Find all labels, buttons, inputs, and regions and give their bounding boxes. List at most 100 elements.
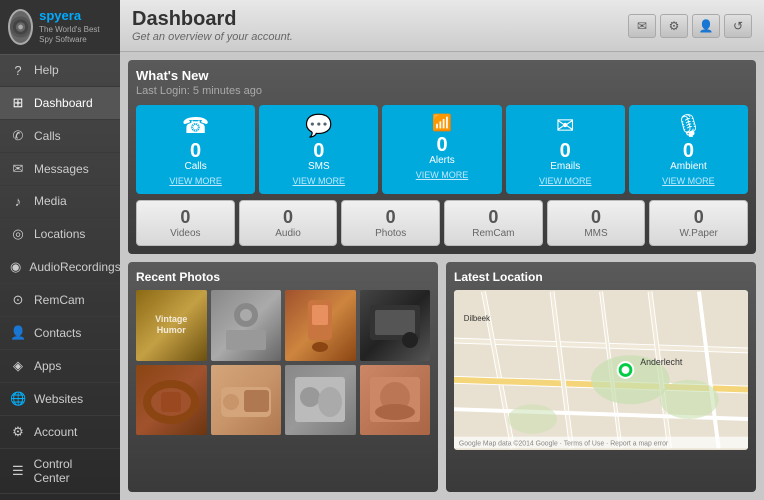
photo-svg-2 xyxy=(216,295,276,355)
sidebar-label-media: Media xyxy=(34,194,67,208)
mms-count: 0 xyxy=(591,207,601,228)
photo-thumb-1[interactable]: VintageHumor xyxy=(136,290,207,361)
last-login-label: Last Login: xyxy=(136,85,190,97)
page-subtitle: Get an overview of your account. xyxy=(132,31,293,43)
sidebar-item-alerts[interactable]: 🔔 Alerts xyxy=(0,494,120,500)
whats-new-panel: What's New Last Login: 5 minutes ago ☎ 0… xyxy=(128,60,756,254)
controlcenter-icon: ☰ xyxy=(10,463,26,479)
websites-icon: 🌐 xyxy=(10,391,26,407)
media-icon: ♪ xyxy=(10,194,26,209)
whats-new-header: What's New Last Login: 5 minutes ago xyxy=(136,68,748,97)
sidebar-item-calls[interactable]: ✆ Calls xyxy=(0,120,120,153)
emails-viewmore[interactable]: VIEW MORE xyxy=(539,176,592,186)
sidebar-item-controlcenter[interactable]: ☰ Control Center xyxy=(0,449,120,494)
sidebar-item-account[interactable]: ⚙ Account xyxy=(0,416,120,449)
ambient-label: Ambient xyxy=(670,161,707,172)
stat-emails: ✉ 0 Emails VIEW MORE xyxy=(506,105,625,194)
stat-ambient: 🎙 0 Ambient VIEW MORE xyxy=(629,105,748,194)
stat-remcam: 0 RemCam xyxy=(444,200,543,246)
photos-label: Photos xyxy=(375,228,406,239)
photos-count: 0 xyxy=(386,207,396,228)
photo-thumb-2[interactable] xyxy=(211,290,282,361)
map-container[interactable]: Anderlecht Dilbeek Google Map data ©2014… xyxy=(454,290,748,450)
sms-viewmore[interactable]: VIEW MORE xyxy=(293,176,346,186)
logo-area: spyera The World's Best Spy Software xyxy=(0,0,120,55)
sidebar-label-calls: Calls xyxy=(34,129,61,143)
sidebar-label-messages: Messages xyxy=(34,162,89,176)
stat-calls: ☎ 0 Calls VIEW MORE xyxy=(136,105,255,194)
photo-thumb-6[interactable] xyxy=(211,365,282,436)
map-svg: Anderlecht Dilbeek Google Map data ©2014… xyxy=(454,290,748,450)
sidebar-label-controlcenter: Control Center xyxy=(34,457,110,485)
photo-svg-3 xyxy=(300,295,340,355)
stat-wpaper: 0 W.Paper xyxy=(649,200,748,246)
sidebar-label-help: Help xyxy=(34,63,59,77)
photo-svg-7 xyxy=(290,372,350,427)
svg-text:Anderlecht: Anderlecht xyxy=(640,357,683,367)
photo-thumb-3[interactable] xyxy=(285,290,356,361)
alerts-viewmore[interactable]: VIEW MORE xyxy=(416,170,469,180)
photo-overlay-1: VintageHumor xyxy=(153,312,189,338)
brand-name: spyera xyxy=(39,8,112,25)
ambient-viewmore[interactable]: VIEW MORE xyxy=(662,176,715,186)
alerts-stat-icon: 📶 xyxy=(432,113,452,133)
emails-label: Emails xyxy=(550,161,580,172)
latest-location-title: Latest Location xyxy=(454,270,748,284)
remcam-icon: ⊙ xyxy=(10,292,26,308)
sidebar-item-contacts[interactable]: 👤 Contacts xyxy=(0,317,120,350)
photo-thumb-7[interactable] xyxy=(285,365,356,436)
sms-stat-icon: 💬 xyxy=(305,113,332,139)
remcam-count: 0 xyxy=(488,207,498,228)
recent-photos-panel: Recent Photos VintageHumor xyxy=(128,262,438,492)
topbar-title-area: Dashboard Get an overview of your accoun… xyxy=(132,8,293,43)
sidebar-item-apps[interactable]: ◈ Apps xyxy=(0,350,120,383)
locations-icon: ◎ xyxy=(10,226,26,242)
last-login-value: 5 minutes ago xyxy=(193,85,262,97)
sidebar-item-messages[interactable]: ✉ Messages xyxy=(0,153,120,186)
photo-thumb-8[interactable] xyxy=(360,365,431,436)
photo-svg-6 xyxy=(216,372,276,427)
stats-top-row: ☎ 0 Calls VIEW MORE 💬 0 SMS VIEW MORE 📶 … xyxy=(136,105,748,194)
stats-bottom-row: 0 Videos 0 Audio 0 Photos 0 RemCam 0 M xyxy=(136,200,748,246)
sidebar-item-help[interactable]: ? Help xyxy=(0,55,120,87)
sidebar: spyera The World's Best Spy Software ? H… xyxy=(0,0,120,500)
user-button[interactable]: 👤 xyxy=(692,14,720,38)
sidebar-item-locations[interactable]: ◎ Locations xyxy=(0,218,120,251)
svg-text:Google Map data ©2014 Google: Google Map data ©2014 Google · Terms of … xyxy=(459,439,669,447)
sidebar-item-media[interactable]: ♪ Media xyxy=(0,186,120,218)
mms-label: MMS xyxy=(584,228,607,239)
email-button[interactable]: ✉ xyxy=(628,14,656,38)
wpaper-count: 0 xyxy=(694,207,704,228)
sidebar-item-remcam[interactable]: ⊙ RemCam xyxy=(0,284,120,317)
sidebar-item-audiorecordings[interactable]: ◉ AudioRecordings xyxy=(0,251,120,284)
topbar: Dashboard Get an overview of your accoun… xyxy=(120,0,764,52)
wpaper-label: W.Paper xyxy=(680,228,718,239)
settings-button[interactable]: ⚙ xyxy=(660,14,688,38)
recent-photos-title: Recent Photos xyxy=(136,270,430,284)
audio-count: 0 xyxy=(283,207,293,228)
videos-count: 0 xyxy=(180,207,190,228)
sms-label: SMS xyxy=(308,161,330,172)
ambient-stat-icon: 🎙 xyxy=(674,113,702,139)
contacts-icon: 👤 xyxy=(10,325,26,341)
sidebar-item-websites[interactable]: 🌐 Websites xyxy=(0,383,120,416)
alerts-count: 0 xyxy=(436,135,447,155)
refresh-button[interactable]: ↺ xyxy=(724,14,752,38)
photo-thumb-4[interactable] xyxy=(360,290,431,361)
photo-thumb-5[interactable] xyxy=(136,365,207,436)
bottom-row: Recent Photos VintageHumor xyxy=(128,262,756,492)
calls-stat-icon: ☎ xyxy=(182,113,209,139)
sidebar-item-dashboard[interactable]: ⊞ Dashboard xyxy=(0,87,120,120)
photo-svg-4 xyxy=(365,295,425,355)
svg-text:Dilbeek: Dilbeek xyxy=(464,314,490,323)
sidebar-label-websites: Websites xyxy=(34,392,83,406)
calls-icon: ✆ xyxy=(10,128,26,144)
logo-icon xyxy=(8,9,33,45)
sidebar-label-dashboard: Dashboard xyxy=(34,96,93,110)
apps-icon: ◈ xyxy=(10,358,26,374)
videos-label: Videos xyxy=(170,228,200,239)
calls-viewmore[interactable]: VIEW MORE xyxy=(169,176,222,186)
photo-svg-8 xyxy=(365,372,425,427)
main-content: Dashboard Get an overview of your accoun… xyxy=(120,0,764,500)
photo-svg-5 xyxy=(141,372,201,427)
